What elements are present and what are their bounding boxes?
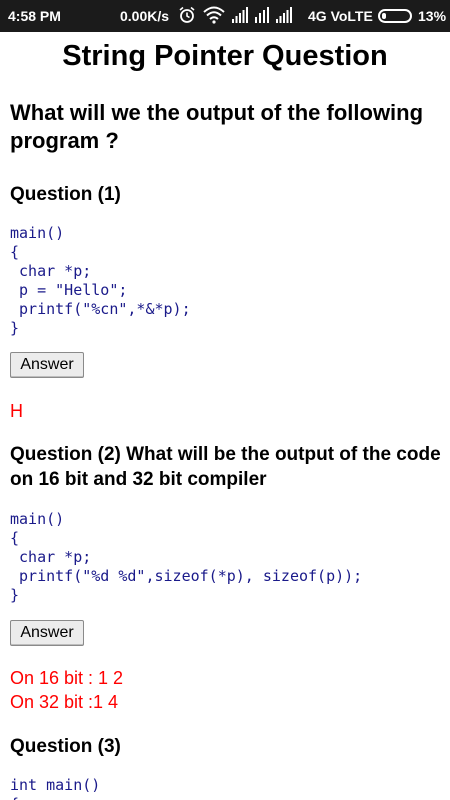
question-1-heading: Question (1) bbox=[10, 184, 121, 205]
intro-question: What will we the output of the following… bbox=[10, 100, 424, 153]
question-1-answer: H bbox=[10, 401, 23, 421]
question-2-answer-line-2: On 32 bit :1 4 bbox=[10, 692, 119, 712]
alarm-icon bbox=[179, 6, 195, 23]
question-3-heading: Question (3) bbox=[10, 736, 121, 757]
status-network-type: 4G VoLTE bbox=[308, 8, 373, 24]
status-bar: 4:58 PM 0.00K/s 4G VoLTE 13% bbox=[0, 0, 450, 32]
signal-icon bbox=[232, 7, 248, 23]
question-3-code: int main() { bbox=[10, 776, 101, 800]
question-1-answer-button[interactable]: Answer bbox=[10, 352, 84, 378]
question-2-heading: Question (2) What will be the output of … bbox=[10, 444, 441, 490]
status-net-speed: 0.00K/s bbox=[120, 8, 170, 24]
question-2-answer-button[interactable]: Answer bbox=[10, 620, 84, 646]
page-title: String Pointer Question bbox=[62, 40, 388, 72]
status-battery-percent: 13% bbox=[418, 8, 447, 24]
wifi-icon bbox=[203, 6, 225, 24]
question-1-code: main() { char *p; p = "Hello"; printf("%… bbox=[10, 224, 191, 337]
signal-icon bbox=[276, 7, 292, 23]
signal-icon bbox=[255, 7, 269, 23]
question-2-answer-line-1: On 16 bit : 1 2 bbox=[10, 668, 124, 688]
question-2-code: main() { char *p; printf("%d %d",sizeof(… bbox=[10, 510, 363, 604]
status-time: 4:58 PM bbox=[8, 8, 61, 24]
battery-icon bbox=[378, 9, 412, 23]
status-icons bbox=[178, 6, 292, 24]
